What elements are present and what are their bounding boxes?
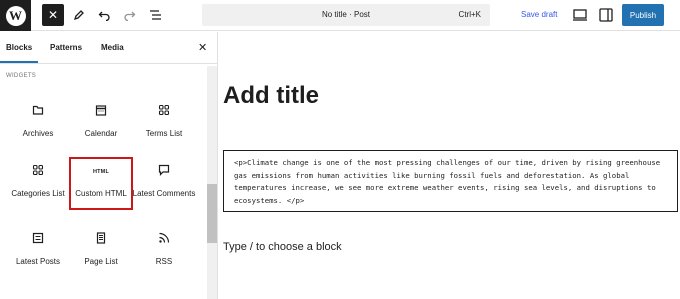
block-page-list[interactable]: Page List xyxy=(69,232,133,292)
scrollbar-thumb[interactable] xyxy=(207,184,217,243)
block-label: Terms List xyxy=(145,129,183,138)
block-archives[interactable]: Archives xyxy=(6,104,70,164)
block-calendar[interactable]: Calendar xyxy=(69,104,133,164)
wordpress-logo-icon: W xyxy=(5,5,26,26)
calendar-icon xyxy=(95,105,107,116)
html-icon: HTML xyxy=(92,169,110,175)
preview-icon xyxy=(573,9,587,21)
block-label: Latest Posts xyxy=(15,257,61,266)
block-label: Latest Comments xyxy=(132,189,196,198)
sidebar-toggle-icon xyxy=(599,8,613,22)
settings-sidebar-button[interactable] xyxy=(597,6,615,24)
tab-media[interactable]: Media xyxy=(101,43,124,52)
tab-patterns[interactable]: Patterns xyxy=(50,43,82,52)
block-terms-list[interactable]: Terms List xyxy=(132,104,196,164)
latest-posts-icon xyxy=(32,232,44,244)
undo-icon xyxy=(98,11,110,21)
close-icon: ✕ xyxy=(198,42,208,54)
editor-canvas: Add title <p>Climate change is one of th… xyxy=(219,32,680,299)
wordpress-logo-button[interactable]: W xyxy=(0,0,31,31)
block-label: Archives xyxy=(22,129,54,138)
preview-button[interactable] xyxy=(571,6,589,24)
close-inserter-button[interactable]: ✕ xyxy=(42,4,64,26)
comment-icon xyxy=(158,164,170,176)
undo-button[interactable] xyxy=(93,4,115,26)
block-label: RSS xyxy=(155,257,173,266)
archives-icon xyxy=(32,105,44,115)
active-tab-indicator xyxy=(0,61,38,63)
tab-blocks[interactable]: Blocks xyxy=(6,43,32,52)
page-list-icon xyxy=(96,232,106,244)
block-categories-list[interactable]: Categories List xyxy=(6,164,70,224)
save-draft-button[interactable]: Save draft xyxy=(521,10,557,19)
rss-icon xyxy=(159,232,170,243)
pen-icon xyxy=(73,10,84,21)
block-custom-html[interactable]: HTML Custom HTML xyxy=(69,157,133,210)
block-latest-comments[interactable]: Latest Comments xyxy=(132,164,196,224)
inserter-scrollbar[interactable] xyxy=(207,66,217,299)
block-inserter-panel: Blocks Patterns Media ✕ WIDGETS Archives… xyxy=(0,32,218,299)
block-latest-posts[interactable]: Latest Posts xyxy=(6,232,70,292)
editor-top-bar: W ✕ No title · Post Ctrl+K Save draft Pu… xyxy=(0,0,680,31)
post-title-input[interactable]: Add title xyxy=(223,82,319,110)
block-label: Custom HTML xyxy=(75,189,127,198)
block-label: Calendar xyxy=(84,129,118,138)
close-panel-button[interactable]: ✕ xyxy=(198,41,207,54)
redo-button[interactable] xyxy=(118,4,140,26)
inserter-tabs: Blocks Patterns Media ✕ xyxy=(0,32,217,64)
block-label: Page List xyxy=(84,257,118,266)
block-rss[interactable]: RSS xyxy=(132,232,196,292)
list-view-icon xyxy=(149,10,161,20)
command-palette-button[interactable]: No title · Post Ctrl+K xyxy=(202,4,490,26)
keyboard-shortcut: Ctrl+K xyxy=(458,10,481,19)
custom-html-block[interactable]: <p>Climate change is one of the most pre… xyxy=(223,150,678,212)
document-overview-button[interactable] xyxy=(144,4,166,26)
widgets-section-heading: WIDGETS xyxy=(6,73,37,79)
close-icon: ✕ xyxy=(47,8,59,22)
redo-icon xyxy=(123,11,135,21)
document-title: No title · Post xyxy=(321,10,370,19)
publish-button[interactable]: Publish xyxy=(622,4,664,26)
block-appender[interactable]: Type / to choose a block xyxy=(223,241,342,253)
categories-icon xyxy=(32,164,44,176)
terms-list-icon xyxy=(158,104,170,116)
tools-button[interactable] xyxy=(68,4,90,26)
block-label: Categories List xyxy=(11,189,65,198)
